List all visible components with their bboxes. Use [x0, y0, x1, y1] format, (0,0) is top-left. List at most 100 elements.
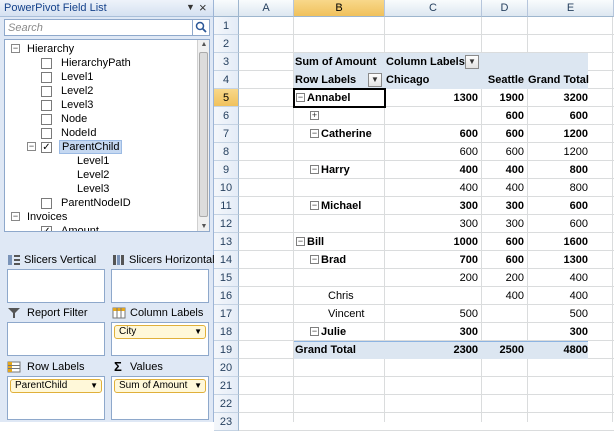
pivot-value-cell[interactable]: 1300 [528, 251, 592, 269]
scroll-up-icon[interactable]: ▲ [199, 41, 209, 48]
row-labels-field-pill[interactable]: ParentChild ▼ [10, 379, 102, 393]
scroll-down-icon[interactable]: ▼ [199, 223, 209, 230]
pivot-value-cell[interactable]: 1300 [385, 89, 482, 107]
row-header-17[interactable]: 17 [214, 305, 239, 323]
pivot-value-cell[interactable]: 400 [482, 161, 528, 179]
row-header-5[interactable]: 5 [214, 89, 239, 107]
pivot-value-cell[interactable]: 300 [385, 215, 482, 233]
row-header-16[interactable]: 16 [214, 287, 239, 305]
table-node-hierarchy[interactable]: − Hierarchy [9, 42, 189, 56]
pivot-value-cell[interactable]: 600 [482, 233, 528, 251]
collapse-icon[interactable]: − [310, 255, 319, 264]
pivot-value-cell[interactable]: 400 [482, 287, 528, 305]
field-hierarchypath[interactable]: HierarchyPath [9, 56, 189, 70]
field-checkbox[interactable] [41, 58, 52, 69]
collapse-icon[interactable]: − [11, 212, 20, 221]
pivot-value-cell[interactable]: 300 [482, 215, 528, 233]
column-labels-dropzone[interactable]: City ▼ [111, 322, 209, 356]
field-checkbox[interactable] [41, 128, 52, 139]
report-filter-dropzone[interactable] [7, 322, 105, 356]
collapse-icon[interactable]: − [310, 129, 319, 138]
pivot-value-cell[interactable]: 600 [385, 125, 482, 143]
pivot-value-cell[interactable]: 400 [482, 179, 528, 197]
column-header-d[interactable]: D [482, 0, 528, 17]
pane-splitter[interactable] [0, 238, 213, 242]
active-cell-selection[interactable] [293, 88, 386, 108]
pivot-value-cell[interactable] [482, 305, 528, 323]
pivot-value-cell[interactable]: 300 [385, 323, 482, 341]
field-level2[interactable]: Level2 [9, 84, 189, 98]
row-header-20[interactable]: 20 [214, 359, 239, 377]
pivot-value-cell[interactable]: 300 [482, 197, 528, 215]
pill-dropdown-icon[interactable]: ▼ [194, 326, 202, 338]
row-header-3[interactable]: 3 [214, 53, 239, 71]
pill-dropdown-icon[interactable]: ▼ [194, 380, 202, 392]
pivot-value-cell[interactable]: 300 [385, 197, 482, 215]
pivot-value-cell[interactable]: 400 [385, 179, 482, 197]
values-field-pill[interactable]: Sum of Amount ▼ [114, 379, 206, 393]
row-labels-filter-button[interactable]: ▼ [368, 73, 382, 87]
column-labels-field-pill[interactable]: City ▼ [114, 325, 206, 339]
pivot-value-cell[interactable]: 1600 [528, 233, 592, 251]
pivot-row-label[interactable]: Julie [321, 323, 385, 341]
pivot-row-label[interactable]: Harry [321, 161, 385, 179]
pivot-value-cell[interactable] [482, 323, 528, 341]
field-parentchild[interactable]: − ✓ ParentChild [9, 140, 189, 154]
column-header-e[interactable]: E [528, 0, 614, 17]
row-header-6[interactable]: 6 [214, 107, 239, 125]
pivot-row-label[interactable]: Chris [328, 287, 385, 305]
row-header-15[interactable]: 15 [214, 269, 239, 287]
table-node-invoices[interactable]: − Invoices [9, 210, 189, 224]
collapse-icon[interactable]: − [310, 327, 319, 336]
hierarchy-level3[interactable]: Level3 [9, 182, 189, 196]
field-checkbox[interactable] [41, 198, 52, 209]
row-header-10[interactable]: 10 [214, 179, 239, 197]
pivot-row-label[interactable] [321, 107, 385, 125]
slicers-horizontal-dropzone[interactable] [111, 269, 209, 303]
pivot-value-cell[interactable]: 200 [385, 269, 482, 287]
collapse-icon[interactable]: − [27, 142, 36, 151]
field-nodeid[interactable]: NodeId [9, 126, 189, 140]
pivot-value-cell[interactable]: 400 [528, 287, 592, 305]
select-all-corner[interactable] [214, 0, 239, 17]
pivot-value-cell[interactable]: 600 [482, 143, 528, 161]
row-header-18[interactable]: 18 [214, 323, 239, 341]
row-header-19[interactable]: 19 [214, 341, 239, 359]
field-checkbox[interactable] [41, 72, 52, 83]
pivot-row-label[interactable]: Vincent [328, 305, 385, 323]
pivot-value-cell[interactable]: 200 [482, 269, 528, 287]
row-header-21[interactable]: 21 [214, 377, 239, 395]
row-header-22[interactable]: 22 [214, 395, 239, 413]
row-header-7[interactable]: 7 [214, 125, 239, 143]
collapse-icon[interactable]: − [11, 44, 20, 53]
pivot-value-cell[interactable]: 1900 [482, 89, 528, 107]
row-header-2[interactable]: 2 [214, 35, 239, 53]
pivot-value-cell[interactable]: 600 [482, 107, 528, 125]
field-checkbox[interactable] [41, 86, 52, 97]
pivot-value-cell[interactable]: 600 [528, 107, 592, 125]
collapse-icon[interactable]: − [310, 165, 319, 174]
pivot-value-cell[interactable]: 600 [482, 251, 528, 269]
row-header-9[interactable]: 9 [214, 161, 239, 179]
row-header-14[interactable]: 14 [214, 251, 239, 269]
hierarchy-level1[interactable]: Level1 [9, 154, 189, 168]
pivot-row-label[interactable]: Catherine [321, 125, 385, 143]
field-parentnodeid[interactable]: ParentNodeID [9, 196, 189, 210]
expand-icon[interactable]: + [310, 111, 319, 120]
pivot-row-label[interactable]: Michael [321, 197, 385, 215]
pivot-value-cell[interactable]: 600 [528, 197, 592, 215]
field-level3[interactable]: Level3 [9, 98, 189, 112]
pivot-value-cell[interactable]: 300 [528, 323, 592, 341]
row-labels-dropzone[interactable]: ParentChild ▼ [7, 376, 105, 420]
pivot-value-cell[interactable] [385, 287, 482, 305]
pane-options-dropdown-icon[interactable]: ▼ [186, 2, 195, 12]
pivot-value-cell[interactable]: 1200 [528, 125, 592, 143]
pivot-value-cell[interactable]: 400 [385, 161, 482, 179]
hierarchy-level2[interactable]: Level2 [9, 168, 189, 182]
pivot-value-cell[interactable] [385, 107, 482, 125]
column-header-c[interactable]: C [385, 0, 482, 17]
pivot-value-cell[interactable]: 800 [528, 161, 592, 179]
pivot-row-label[interactable] [328, 179, 385, 197]
row-header-13[interactable]: 13 [214, 233, 239, 251]
values-dropzone[interactable]: Sum of Amount ▼ [111, 376, 209, 420]
